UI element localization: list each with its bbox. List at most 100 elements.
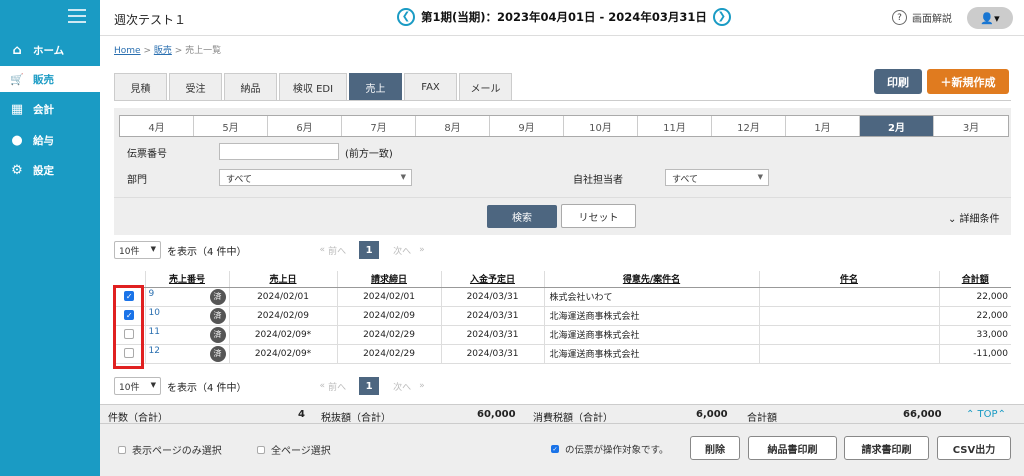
first-page-link[interactable]: « (320, 245, 326, 255)
column-header-due-date[interactable]: 入金予定日 (441, 271, 545, 288)
sidebar-item-home[interactable]: ⌂ ホーム (0, 37, 100, 63)
chevron-down-icon: ▼ (400, 173, 406, 181)
month-tab[interactable]: 12月 (712, 116, 786, 136)
search-panel: 4月 5月 6月 7月 8月 9月 10月 11月 12月 1月 2月 3月 伝… (114, 108, 1011, 235)
first-page-link[interactable]: « (320, 381, 326, 391)
sidebar-item-label: 会計 (33, 103, 54, 116)
period-text: 第1期(当期)：2023年04月01日 - 2024年03月31日 (421, 10, 707, 24)
user-menu-button[interactable]: 👤▾ (967, 7, 1013, 29)
status-badge: 済 (209, 307, 226, 324)
month-tab[interactable]: 7月 (342, 116, 416, 136)
detail-conditions-toggle[interactable]: ⌄ 詳細条件 (948, 210, 1000, 225)
close-date: 2024/02/09 (337, 306, 442, 326)
prev-period-icon[interactable]: ❮ (397, 8, 415, 26)
customer-name: 北海運送商事株式会社 (544, 306, 760, 326)
operation-target-text: の伝票が操作対象です。 (565, 445, 669, 456)
next-page-link[interactable]: 次へ (393, 380, 411, 393)
select-all-pages-checkbox[interactable]: 全ページ選択 (257, 442, 331, 457)
help-link[interactable]: ? 画面解説 (892, 10, 952, 25)
table-row[interactable]: 12 済 2024/02/09* 2024/02/29 2024/03/31 北海… (114, 344, 1011, 364)
sidebar-item-payroll[interactable]: ● 給与 (0, 127, 100, 153)
last-page-link[interactable]: » (419, 381, 425, 391)
next-period-icon[interactable]: ❯ (712, 8, 731, 26)
column-header-close-date[interactable]: 請求締日 (337, 271, 442, 288)
tab-quote[interactable]: 見積 (114, 73, 167, 100)
delivery-note-print-button[interactable]: 納品書印刷 (748, 436, 837, 460)
sidebar-item-accounting[interactable]: ▦ 会計 (0, 96, 100, 122)
column-header-amount[interactable]: 合計額 (939, 271, 1011, 288)
sales-number-link[interactable]: 10 (149, 308, 160, 318)
per-page-select[interactable]: 10件 ▼ (114, 377, 161, 395)
prev-page-link[interactable]: 前へ (328, 380, 346, 393)
gear-icon: ⚙ (11, 162, 23, 178)
column-header-subject[interactable]: 件名 (759, 271, 940, 288)
sidebar-item-label: ホーム (33, 44, 65, 57)
tab-mail[interactable]: メール (459, 73, 512, 100)
current-page[interactable]: 1 (359, 241, 380, 259)
tab-delivery[interactable]: 納品 (224, 73, 277, 100)
delete-button[interactable]: 削除 (690, 436, 740, 460)
amount: 22,000 (939, 287, 1011, 307)
status-badge: 済 (209, 288, 226, 305)
sales-number-link[interactable]: 11 (149, 327, 160, 337)
next-page-link[interactable]: 次へ (393, 244, 411, 257)
tab-fax[interactable]: FAX (404, 73, 457, 100)
hamburger-menu-icon[interactable] (68, 9, 86, 23)
month-tab[interactable]: 11月 (638, 116, 712, 136)
staff-select[interactable]: すべて ▼ (665, 169, 769, 186)
table-row[interactable]: ✓ 9済 2024/02/01 2024/02/01 2024/03/31 株式… (114, 287, 1011, 307)
sidebar-item-label: 給与 (33, 134, 54, 147)
page-title: 週次テスト１ (114, 13, 187, 27)
print-button[interactable]: 印刷 (874, 69, 922, 94)
search-button[interactable]: 検索 (487, 205, 557, 228)
user-icon: 👤▾ (980, 11, 1000, 25)
month-tab[interactable]: 5月 (194, 116, 268, 136)
month-tab[interactable]: 1月 (786, 116, 860, 136)
month-tab[interactable]: 8月 (416, 116, 490, 136)
sidebar-item-sales[interactable]: 🛒 販売 (0, 66, 100, 92)
tab-order[interactable]: 受注 (169, 73, 222, 100)
column-header-sales-date[interactable]: 売上日 (229, 271, 338, 288)
column-header-sales-no[interactable]: 売上番号 (145, 271, 230, 288)
column-header-customer[interactable]: 得意先/案件名 (544, 271, 760, 288)
header: 週次テスト１ ❮ 第1期(当期)：2023年04月01日 - 2024年03月3… (100, 0, 1024, 36)
prev-page-link[interactable]: 前へ (328, 244, 346, 257)
month-tab[interactable]: 3月 (934, 116, 1008, 136)
month-tab[interactable]: 10月 (564, 116, 638, 136)
footer-actions: 表示ページのみ選択 全ページ選択 ✓ の伝票が操作対象です。 削除 納品書印刷 請… (100, 424, 1024, 476)
department-select[interactable]: すべて ▼ (219, 169, 412, 186)
checkbox[interactable] (257, 445, 265, 454)
new-create-button[interactable]: ＋新規作成 (927, 69, 1009, 94)
department-label: 部門 (127, 175, 147, 186)
per-page-select[interactable]: 10件 ▼ (114, 241, 161, 259)
select-page-only-checkbox[interactable]: 表示ページのみ選択 (118, 442, 222, 457)
month-tab[interactable]: 9月 (490, 116, 564, 136)
invoice-print-button[interactable]: 請求書印刷 (844, 436, 929, 460)
breadcrumb-sales[interactable]: 販売 (154, 46, 172, 56)
table-row[interactable]: ✓ 10 済 2024/02/09 2024/02/09 2024/03/31 北… (114, 306, 1011, 326)
department-value: すべて (226, 175, 253, 185)
tab-acceptance-edi[interactable]: 検収 EDI (279, 73, 347, 100)
month-tab[interactable]: 6月 (268, 116, 342, 136)
last-page-link[interactable]: » (419, 245, 425, 255)
table-row[interactable]: 11 済 2024/02/09* 2024/02/29 2024/03/31 北海… (114, 325, 1011, 345)
slip-number-input[interactable] (219, 143, 339, 160)
cart-icon: 🛒 (10, 72, 24, 86)
due-date: 2024/03/31 (441, 325, 545, 345)
month-tab-selected[interactable]: 2月 (860, 116, 934, 136)
sales-table: 売上番号 売上日 請求締日 入金予定日 得意先/案件名 件名 合計額 ✓ 9済 … (114, 271, 1011, 364)
reset-button[interactable]: リセット (561, 204, 636, 228)
tab-sales[interactable]: 売上 (349, 73, 402, 100)
csv-export-button[interactable]: CSV出力 (937, 436, 1011, 460)
current-page[interactable]: 1 (359, 377, 380, 395)
breadcrumb-separator: > (140, 46, 154, 56)
sales-number-link[interactable]: 9 (149, 289, 155, 299)
sales-number-link[interactable]: 12 (149, 346, 160, 356)
operation-target-note: ✓ の伝票が操作対象です。 (551, 442, 669, 456)
checkbox[interactable] (118, 445, 126, 454)
sidebar-item-settings[interactable]: ⚙ 設定 (0, 157, 100, 183)
month-tab[interactable]: 4月 (120, 116, 194, 136)
close-date: 2024/02/29 (337, 344, 442, 364)
scroll-top-link[interactable]: ⌃ TOP⌃ (966, 409, 1006, 420)
breadcrumb-home[interactable]: Home (114, 46, 141, 56)
